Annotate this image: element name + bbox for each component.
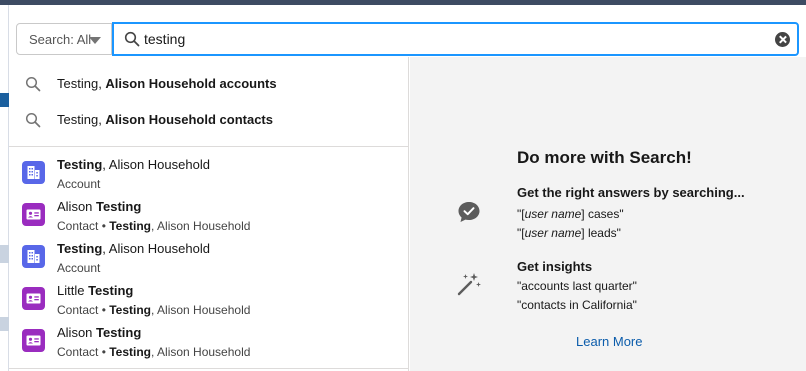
record-name: Alison Testing: [57, 325, 142, 340]
record-name: Testing, Alison Household: [57, 241, 210, 256]
help-title: Do more with Search!: [517, 148, 692, 167]
search-results-list: Testing, Alison Household accounts Testi…: [9, 57, 409, 371]
record-details: Contact • Testing, Alison Household: [57, 345, 251, 359]
result-record[interactable]: Testing, Alison Household Account: [9, 238, 409, 280]
search-icon: [25, 76, 41, 92]
account-icon: [22, 245, 45, 268]
contact-icon: [22, 203, 45, 226]
search-help-panel: Do more with Search! Get the right answe…: [410, 57, 806, 371]
result-record[interactable]: Alison Testing Contact • Testing, Alison…: [9, 196, 409, 238]
background-page-edge: [0, 5, 9, 371]
search-scope-label: Search: All: [29, 31, 92, 47]
suggestion-item[interactable]: Testing, Alison Household contacts: [9, 102, 409, 138]
suggestion-label: Testing, Alison Household contacts: [57, 112, 273, 127]
tip-heading: Get the right answers by searching...: [517, 185, 745, 200]
search-bar: Search: All: [16, 22, 799, 56]
suggestion-label: Testing, Alison Household accounts: [57, 76, 277, 91]
background-gray-bar: [0, 245, 9, 263]
search-icon: [25, 112, 41, 128]
result-record[interactable]: Little Testing Contact • Testing, Alison…: [9, 280, 409, 322]
record-details: Contact • Testing, Alison Household: [57, 219, 251, 233]
record-details: Contact • Testing, Alison Household: [57, 303, 251, 317]
clear-search-icon[interactable]: [775, 32, 790, 47]
tip-example: "accounts last quarter": [517, 279, 637, 293]
contact-icon: [22, 329, 45, 352]
tip-example: "[user name] leads": [517, 226, 621, 240]
record-type: Account: [57, 261, 101, 275]
result-record[interactable]: Testing, Alison Household Account: [9, 154, 409, 196]
search-input[interactable]: [144, 27, 764, 51]
background-gray-bar: [0, 317, 9, 331]
chat-bubble-check-icon: [458, 202, 480, 222]
tip-example: "contacts in California": [517, 298, 637, 312]
tip-example: "[user name] cases": [517, 207, 624, 221]
account-icon: [22, 161, 45, 184]
search-scope-dropdown[interactable]: Search: All: [16, 23, 112, 55]
divider: [9, 368, 409, 369]
magic-wand-icon: [457, 273, 481, 296]
learn-more-link[interactable]: Learn More: [576, 334, 642, 349]
record-type: Account: [57, 177, 101, 191]
global-search-panel: Search: All Testing, Alison Household ac…: [9, 5, 806, 371]
chevron-down-icon: [89, 37, 101, 44]
tip-heading: Get insights: [517, 259, 593, 274]
search-input-wrapper: [112, 22, 799, 56]
suggestion-item[interactable]: Testing, Alison Household accounts: [9, 66, 409, 102]
record-name: Testing, Alison Household: [57, 157, 210, 172]
record-name: Alison Testing: [57, 199, 142, 214]
divider: [9, 146, 409, 147]
record-name: Little Testing: [57, 283, 134, 298]
background-blue-bar: [0, 93, 9, 107]
search-icon: [124, 31, 140, 47]
contact-icon: [22, 287, 45, 310]
result-record[interactable]: Alison Testing Contact • Testing, Alison…: [9, 322, 409, 364]
